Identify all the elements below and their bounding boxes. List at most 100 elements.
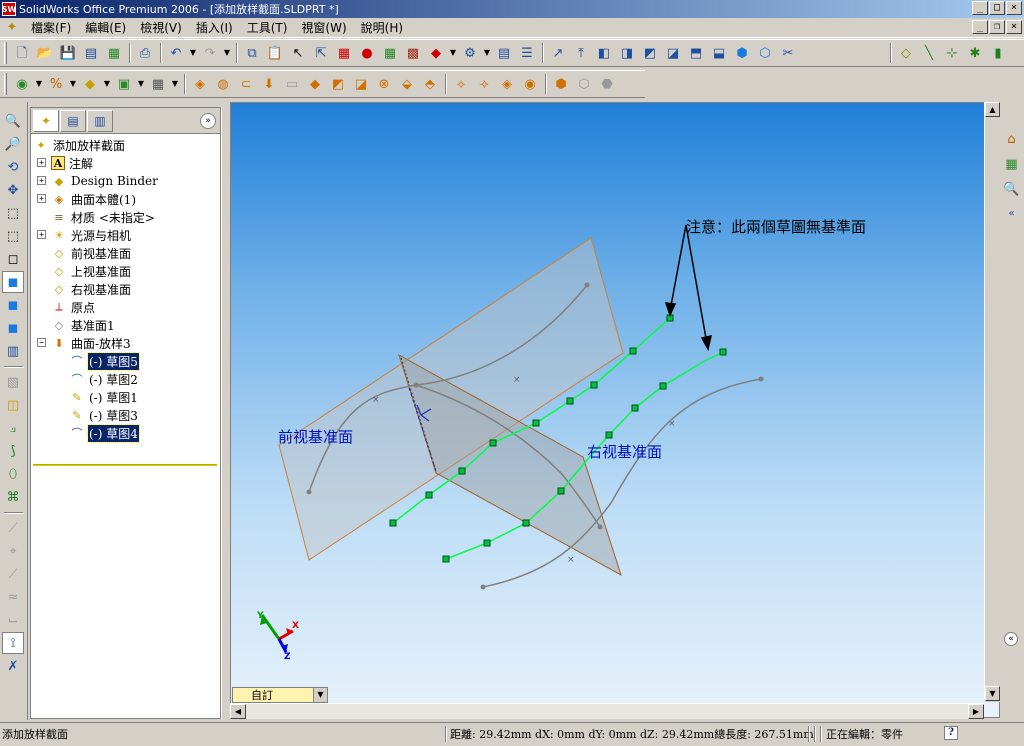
tree-item-plane1[interactable]: ◇ 基准面1 — [31, 316, 220, 334]
curve-endpoint[interactable] — [758, 376, 764, 382]
annotation-note[interactable]: 注意：此兩個草圖無基準面 — [686, 216, 866, 237]
back-view-icon[interactable]: ◨ — [616, 42, 638, 64]
menu-insert[interactable]: 插入(I) — [189, 19, 240, 37]
pan-icon[interactable]: ✥ — [2, 179, 24, 201]
section-icon[interactable]: ▥ — [2, 340, 24, 362]
collapse-icon[interactable]: − — [37, 338, 46, 347]
split-line-icon[interactable]: ⟓ — [2, 417, 24, 439]
display-mode-icon[interactable]: ◉ — [11, 73, 33, 95]
expand-icon[interactable]: + — [37, 230, 46, 239]
menu-tools[interactable]: 工具(T) — [240, 19, 295, 37]
composite-curve-icon[interactable]: ⌘ — [2, 486, 24, 508]
traffic-light-icon[interactable]: ● — [356, 42, 378, 64]
tree-item-surface-loft3[interactable]: − ⬇ 曲面-放样3 — [31, 334, 220, 352]
fill-surface-icon[interactable]: ⬙ — [396, 73, 418, 95]
view-tools-icon[interactable]: ✂ — [777, 42, 799, 64]
planar-surface-icon[interactable]: ⊗ — [373, 73, 395, 95]
tree-item-front-plane[interactable]: ◇ 前视基准面 — [31, 244, 220, 262]
wireframe-icon[interactable]: ⬚ — [2, 202, 24, 224]
tree-item-material[interactable]: ≡ 材质 <未指定> — [31, 208, 220, 226]
sketch-tool-2-icon[interactable]: ⌖ — [2, 540, 24, 562]
spline-point[interactable] — [442, 555, 450, 563]
smart-dimension-icon[interactable]: ◇ — [895, 42, 917, 64]
spline-point[interactable] — [719, 348, 727, 356]
horizontal-scrollbar[interactable]: ◀ ▶ — [230, 703, 984, 719]
spline-point[interactable] — [659, 382, 667, 390]
spline-point[interactable] — [425, 491, 433, 499]
left-view-icon[interactable]: ◩ — [639, 42, 661, 64]
vertical-scrollbar[interactable]: ▲ ▼ — [984, 102, 1000, 702]
radiate-surface-icon[interactable]: ◩ — [327, 73, 349, 95]
help-icon[interactable]: ? — [944, 726, 958, 740]
undo-dropdown-icon[interactable]: ▼ — [188, 42, 198, 64]
open-folder-icon[interactable]: 📂 — [34, 42, 56, 64]
shaded-icon[interactable]: ◼ — [2, 294, 24, 316]
macro-dropdown-icon[interactable]: ▼ — [482, 42, 492, 64]
tree-item-sketch2[interactable]: ⌒ (-) 草图2 — [31, 370, 220, 388]
minimize-button[interactable]: _ — [972, 1, 988, 15]
percent-icon[interactable]: % — [45, 73, 67, 95]
rotate-view-icon[interactable]: ⟲ — [2, 156, 24, 178]
wall-icon[interactable]: ▩ — [402, 42, 424, 64]
menu-view[interactable]: 檢視(V) — [133, 19, 189, 37]
line-icon[interactable]: ╲ — [918, 42, 940, 64]
print-icon[interactable]: ▤ — [80, 42, 102, 64]
tree-item-lights-cameras[interactable]: + ☀ 光源与相机 — [31, 226, 220, 244]
grid-options-icon[interactable]: ▦ — [333, 42, 355, 64]
tree-item-surface-bodies[interactable]: + ◈ 曲面本體(1) — [31, 190, 220, 208]
plane-dropdown-icon[interactable]: ▼ — [102, 73, 112, 95]
projected-curve-icon[interactable]: ⬯ — [2, 463, 24, 485]
toolbar-grip[interactable] — [4, 42, 7, 64]
undo-icon[interactable]: ↶ — [165, 42, 187, 64]
menu-file[interactable]: 檔案(F) — [24, 19, 78, 37]
sketch-tool-6-icon[interactable]: ⟟ — [2, 632, 24, 654]
box-dropdown-icon[interactable]: ▼ — [136, 73, 146, 95]
menu-edit[interactable]: 編輯(E) — [78, 19, 133, 37]
model-view[interactable]: × × × × — [231, 103, 1000, 718]
axis-view-icon[interactable]: ↗ — [547, 42, 569, 64]
shadows-icon[interactable]: ◼ — [2, 317, 24, 339]
box-display-icon[interactable]: ▣ — [113, 73, 135, 95]
configuration-manager-tab[interactable]: ▥ — [87, 109, 113, 132]
file-explorer-icon[interactable]: 🔍 — [1002, 178, 1022, 200]
hidden-lines-removed-icon[interactable]: ◻ — [2, 248, 24, 270]
sketch-tool-4-icon[interactable]: ≈ — [2, 586, 24, 608]
redo-icon[interactable]: ↷ — [199, 42, 221, 64]
document-icon[interactable]: ✦ — [4, 20, 20, 36]
spline-point[interactable] — [629, 347, 637, 355]
display-mode-dropdown-icon[interactable]: ▼ — [34, 73, 44, 95]
options-icon[interactable]: ▦ — [379, 42, 401, 64]
close-button[interactable]: × — [1006, 1, 1022, 15]
doc-minimize-button[interactable]: _ — [972, 20, 988, 34]
expand-icon[interactable]: + — [37, 158, 46, 167]
doc-restore-button[interactable]: ❐ — [989, 20, 1005, 34]
maximize-button[interactable]: □ — [989, 1, 1005, 15]
right-plane-label[interactable]: 右视基准面 — [587, 441, 662, 462]
thicken-icon[interactable]: ⬢ — [550, 73, 572, 95]
spline-icon[interactable]: ✱ — [964, 42, 986, 64]
shaded-with-edges-icon[interactable]: ◼ — [2, 271, 24, 293]
front-view-icon[interactable]: ◧ — [593, 42, 615, 64]
spline-point[interactable] — [557, 487, 565, 495]
zoom-to-fit-icon[interactable]: 🔍 — [2, 110, 24, 132]
lofted-surface-icon[interactable]: ⬇ — [258, 73, 280, 95]
spline-point[interactable] — [389, 519, 397, 527]
spline-point[interactable] — [566, 397, 574, 405]
tree-item-sketch4[interactable]: ⌒ (-) 草图4 — [31, 423, 220, 443]
macro-icon[interactable]: ⚙ — [459, 42, 481, 64]
tree-item-top-plane[interactable]: ◇ 上视基准面 — [31, 262, 220, 280]
home-icon[interactable]: ⌂ — [1002, 128, 1022, 150]
sketch-point-icon[interactable]: ⊹ — [941, 42, 963, 64]
curve-endpoint[interactable] — [584, 282, 590, 288]
collapse-panel-icon[interactable]: » — [200, 112, 216, 129]
sketch-tool-5-icon[interactable]: ⌙ — [2, 609, 24, 631]
spline-point[interactable] — [590, 381, 598, 389]
panel-splitter[interactable] — [221, 107, 229, 719]
menu-help[interactable]: 說明(H) — [354, 19, 410, 37]
doc-close-button[interactable]: × — [1006, 20, 1022, 34]
section-view-icon[interactable]: ▦ — [147, 73, 169, 95]
property-manager-tab[interactable]: ▤ — [60, 109, 86, 132]
sketch-tool-3-icon[interactable]: ⟋ — [2, 563, 24, 585]
curve-endpoint[interactable] — [413, 382, 419, 388]
part-red-icon[interactable]: ◆ — [425, 42, 447, 64]
